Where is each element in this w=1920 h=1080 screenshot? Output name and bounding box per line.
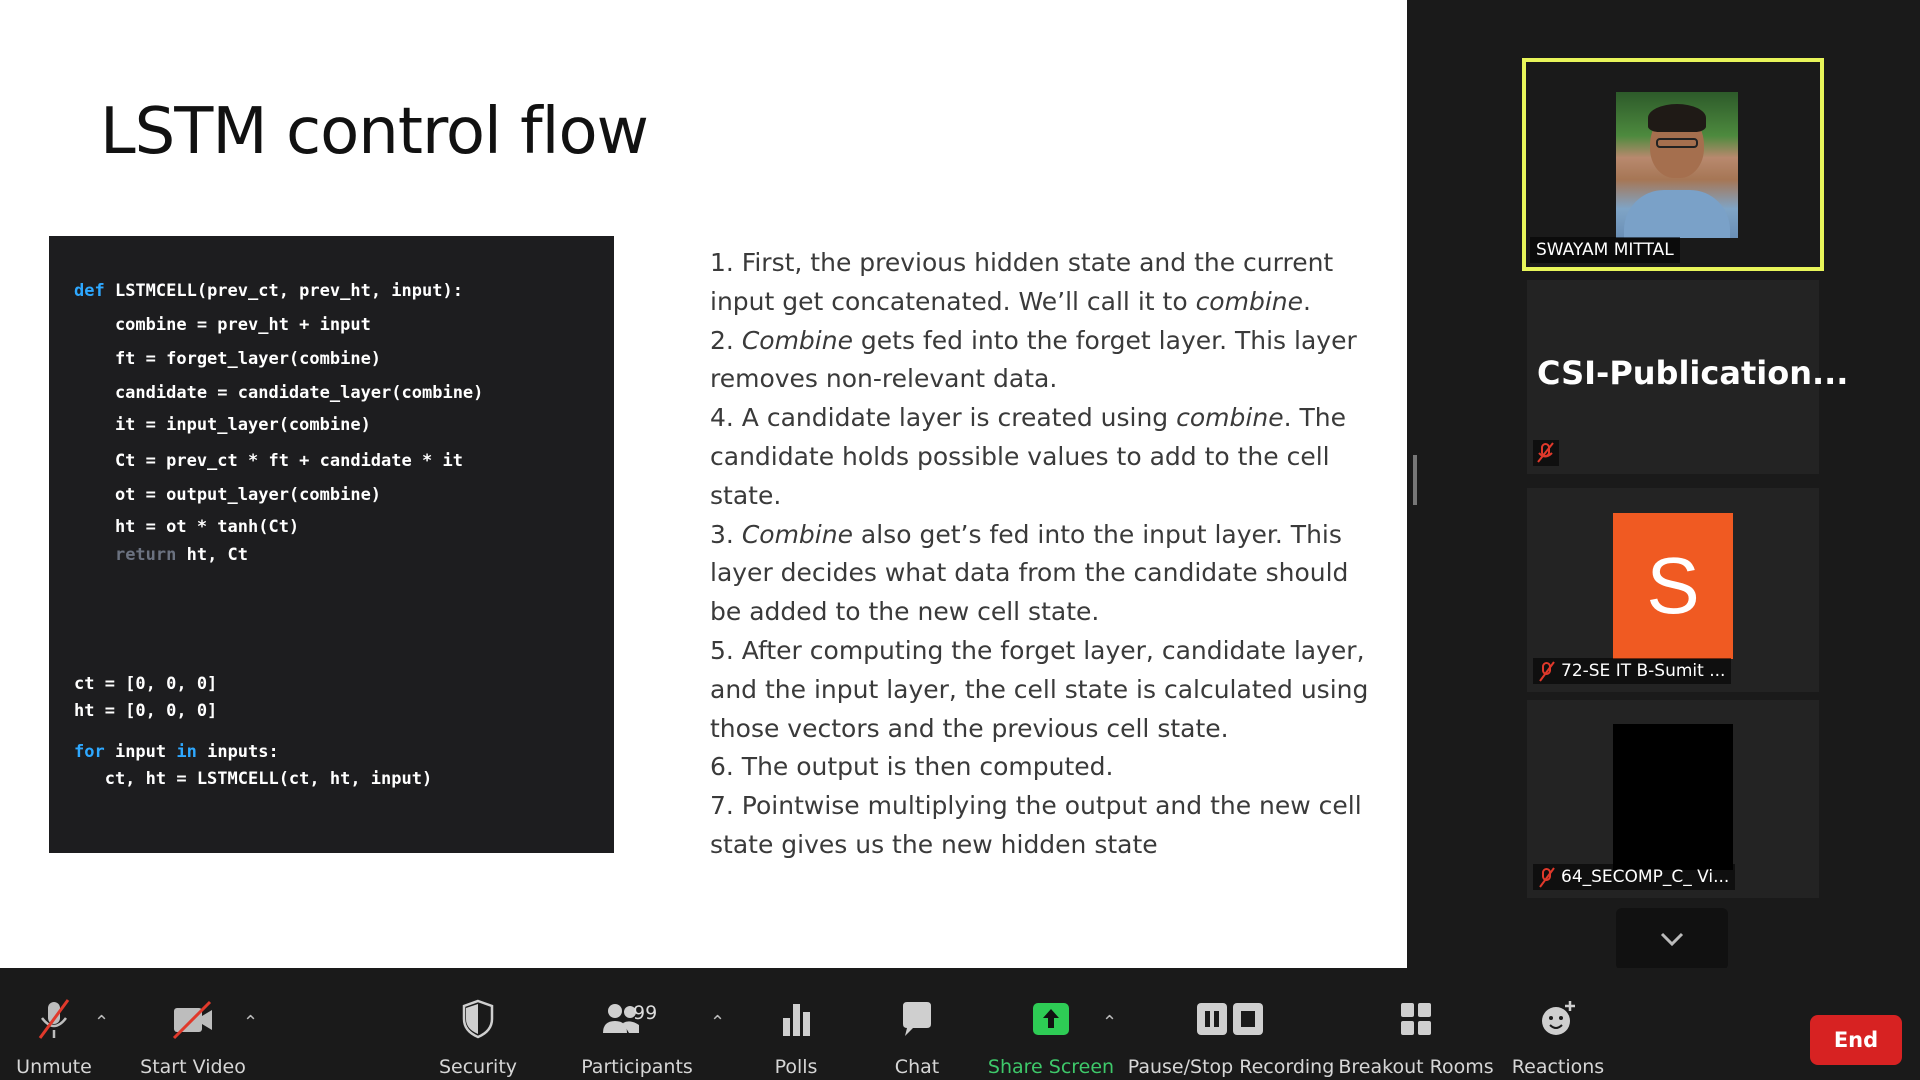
participant-name-text: 64_SECOMP_C_ Vi...: [1561, 867, 1730, 887]
smiley-plus-icon: [1535, 998, 1581, 1040]
video-off-avatar: [1613, 724, 1733, 870]
security-button[interactable]: Security: [432, 968, 524, 1080]
code-line: candidate = candidate_layer(combine): [74, 383, 484, 403]
code-line: it = input_layer(combine): [74, 415, 371, 435]
code-line: Ct = prev_ct * ft + candidate * it: [74, 451, 463, 471]
participant-name: 72-SE IT B-Sumit ...: [1533, 658, 1732, 684]
code-line: for input in inputs:: [74, 742, 279, 762]
pause-stop-recording-button[interactable]: Pause/Stop Recording: [1128, 968, 1334, 1080]
muted-mic-icon: [31, 998, 77, 1040]
step-item: 3. Combine also get’s fed into the input…: [710, 519, 1349, 627]
participant-tile[interactable]: S 72-SE IT B-Sumit ...: [1527, 488, 1819, 692]
audio-options-caret[interactable]: ⌃: [94, 1012, 109, 1033]
code-line: ct = [0, 0, 0]: [74, 674, 218, 694]
participants-count: 99: [633, 1002, 658, 1024]
step-item: 6. The output is then computed.: [710, 752, 1114, 782]
step-item: 2. Combine gets fed into the forget laye…: [710, 325, 1357, 394]
panel-resize-handle[interactable]: [1413, 455, 1417, 505]
muted-mic-icon: [1533, 440, 1559, 466]
code-panel: def LSTMCELL(prev_ct, prev_ht, input): c…: [49, 236, 614, 853]
unmute-button[interactable]: Unmute: [8, 968, 100, 1080]
participants-button[interactable]: 99 Participants: [581, 968, 693, 1080]
participant-photo: [1616, 92, 1738, 238]
video-options-caret[interactable]: ⌃: [243, 1012, 258, 1033]
code-line: ot = output_layer(combine): [74, 485, 382, 505]
initial-avatar: S: [1613, 513, 1733, 659]
step-item: 4. A candidate layer is created using co…: [710, 403, 1346, 510]
code-line: combine = prev_ht + input: [74, 315, 371, 335]
share-screen-button[interactable]: Share Screen: [988, 968, 1114, 1080]
steps-list: 1. First, the previous hidden state and …: [710, 244, 1370, 865]
start-video-button[interactable]: Start Video: [138, 968, 248, 1080]
chat-bubble-icon: [894, 998, 940, 1040]
meeting-toolbar: Unmute ⌃ Start Video ⌃ Security 99 Parti…: [0, 968, 1920, 1080]
code-line: ht = ot * tanh(Ct): [74, 517, 300, 537]
reactions-button[interactable]: Reactions: [1510, 968, 1606, 1080]
chevron-down-icon: [1660, 932, 1684, 947]
code-line: ft = forget_layer(combine): [74, 349, 382, 369]
shared-slide: LSTM control flow def LSTMCELL(prev_ct, …: [0, 0, 1407, 968]
people-icon: 99: [599, 998, 657, 1040]
video-off-icon: [170, 998, 216, 1040]
polls-button[interactable]: Polls: [755, 968, 837, 1080]
breakout-rooms-button[interactable]: Breakout Rooms: [1338, 968, 1494, 1080]
share-options-caret[interactable]: ⌃: [1102, 1012, 1117, 1033]
end-meeting-button[interactable]: End: [1810, 1015, 1902, 1065]
slide-title: LSTM control flow: [100, 95, 649, 169]
scroll-participants-down-button[interactable]: [1616, 908, 1728, 970]
grid-icon: [1393, 998, 1439, 1040]
step-item: 5. After computing the forget layer, can…: [710, 635, 1369, 743]
bar-chart-icon: [773, 998, 819, 1040]
participants-options-caret[interactable]: ⌃: [710, 1012, 725, 1033]
active-speaker-tile[interactable]: SWAYAM MITTAL: [1522, 58, 1824, 271]
chat-button[interactable]: Chat: [876, 968, 958, 1080]
meeting-stage: LSTM control flow def LSTMCELL(prev_ct, …: [0, 0, 1920, 970]
muted-mic-icon: [1539, 661, 1555, 682]
muted-mic-icon: [1539, 867, 1555, 888]
code-line: return ht, Ct: [114, 545, 249, 565]
shield-icon: [455, 998, 501, 1040]
step-item: 7. Pointwise multiplying the output and …: [710, 791, 1362, 859]
participant-name-text: 72-SE IT B-Sumit ...: [1561, 661, 1726, 681]
pause-stop-icon: [1195, 998, 1267, 1040]
participant-display-name: CSI-Publication...: [1537, 354, 1849, 392]
code-line: def LSTMCELL(prev_ct, prev_ht, input):: [74, 281, 463, 301]
participant-name: SWAYAM MITTAL: [1530, 237, 1680, 263]
code-line: ht = [0, 0, 0]: [74, 701, 218, 721]
share-screen-icon: [1028, 998, 1074, 1040]
participant-tile[interactable]: CSI-Publication...: [1527, 280, 1848, 474]
step-item: 1. First, the previous hidden state and …: [710, 248, 1334, 316]
participant-tile[interactable]: 64_SECOMP_C_ Vi...: [1527, 700, 1819, 898]
participant-name: 64_SECOMP_C_ Vi...: [1533, 864, 1736, 890]
code-line: ct, ht = LSTMCELL(ct, ht, input): [74, 769, 433, 789]
